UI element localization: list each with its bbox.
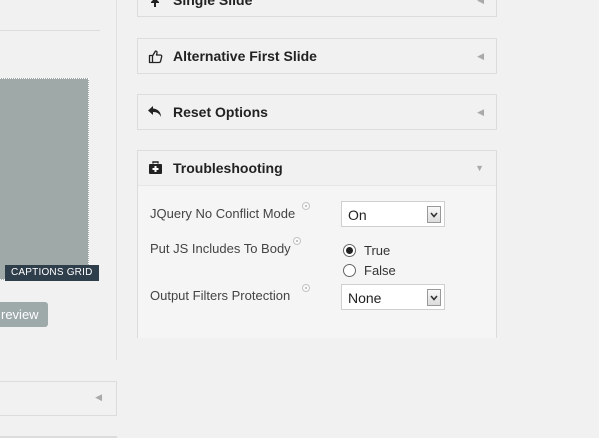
arrow-left-icon: ◀ — [95, 392, 102, 402]
preview-button[interactable]: review — [0, 302, 48, 327]
panel-body: JQuery No Conflict Mode On Put JS Includ… — [138, 186, 496, 338]
panel-troubleshooting[interactable]: Troubleshooting ▼ JQuery No Conflict Mod… — [137, 150, 497, 338]
select-value: On — [348, 207, 367, 223]
thumbs-up-icon — [147, 48, 163, 64]
radio-label: True — [364, 243, 391, 258]
chevron-down-icon[interactable] — [427, 289, 441, 306]
arrow-down-icon: ▼ — [475, 163, 484, 173]
option-label: JQuery No Conflict Mode — [150, 206, 296, 221]
info-icon[interactable] — [302, 202, 310, 210]
arrow-left-icon: ◀ — [477, 0, 484, 5]
panel-reset-options[interactable]: Reset Options ◀ — [137, 94, 497, 130]
panel-title: Single Slide — [173, 0, 253, 8]
panel-header[interactable]: Single Slide ◀ — [138, 0, 496, 18]
radio-option-false[interactable]: False — [343, 263, 396, 278]
radio-button[interactable] — [343, 264, 356, 277]
arrow-left-icon: ◀ — [477, 107, 484, 117]
pin-icon — [147, 0, 163, 8]
option-label: Output Filters Protection — [150, 288, 291, 303]
radio-button[interactable] — [343, 244, 356, 257]
panel-alternative-first-slide[interactable]: Alternative First Slide ◀ — [137, 38, 497, 74]
captions-grid-label: CAPTIONS GRID — [5, 265, 99, 281]
option-label: Put JS Includes To Body — [150, 241, 291, 256]
slide-editor-panel: CAPTIONS GRID review — [0, 0, 117, 360]
slide-preview-area[interactable] — [0, 78, 89, 280]
info-icon[interactable] — [293, 237, 301, 245]
radio-label: False — [364, 263, 396, 278]
panel-title: Alternative First Slide — [173, 48, 317, 64]
collapsed-left-panel[interactable]: ◀ — [0, 381, 117, 416]
arrow-left-icon: ◀ — [477, 51, 484, 61]
panel-header[interactable]: Troubleshooting ▼ — [138, 151, 496, 186]
panel-header[interactable]: Reset Options ◀ — [138, 95, 496, 130]
panel-title: Reset Options — [173, 104, 268, 120]
select-value: None — [348, 290, 382, 306]
first-aid-kit-icon — [147, 160, 163, 176]
radio-option-true[interactable]: True — [343, 243, 390, 258]
info-icon[interactable] — [302, 284, 310, 292]
panel-title: Troubleshooting — [173, 160, 283, 176]
chevron-down-icon[interactable] — [427, 206, 441, 223]
undo-icon — [147, 104, 163, 120]
panel-header[interactable]: Alternative First Slide ◀ — [138, 39, 496, 74]
divider — [0, 30, 100, 31]
output-filters-select[interactable]: None — [341, 284, 445, 310]
panel-single-slide[interactable]: Single Slide ◀ — [137, 0, 497, 17]
jquery-no-conflict-select[interactable]: On — [341, 201, 445, 227]
